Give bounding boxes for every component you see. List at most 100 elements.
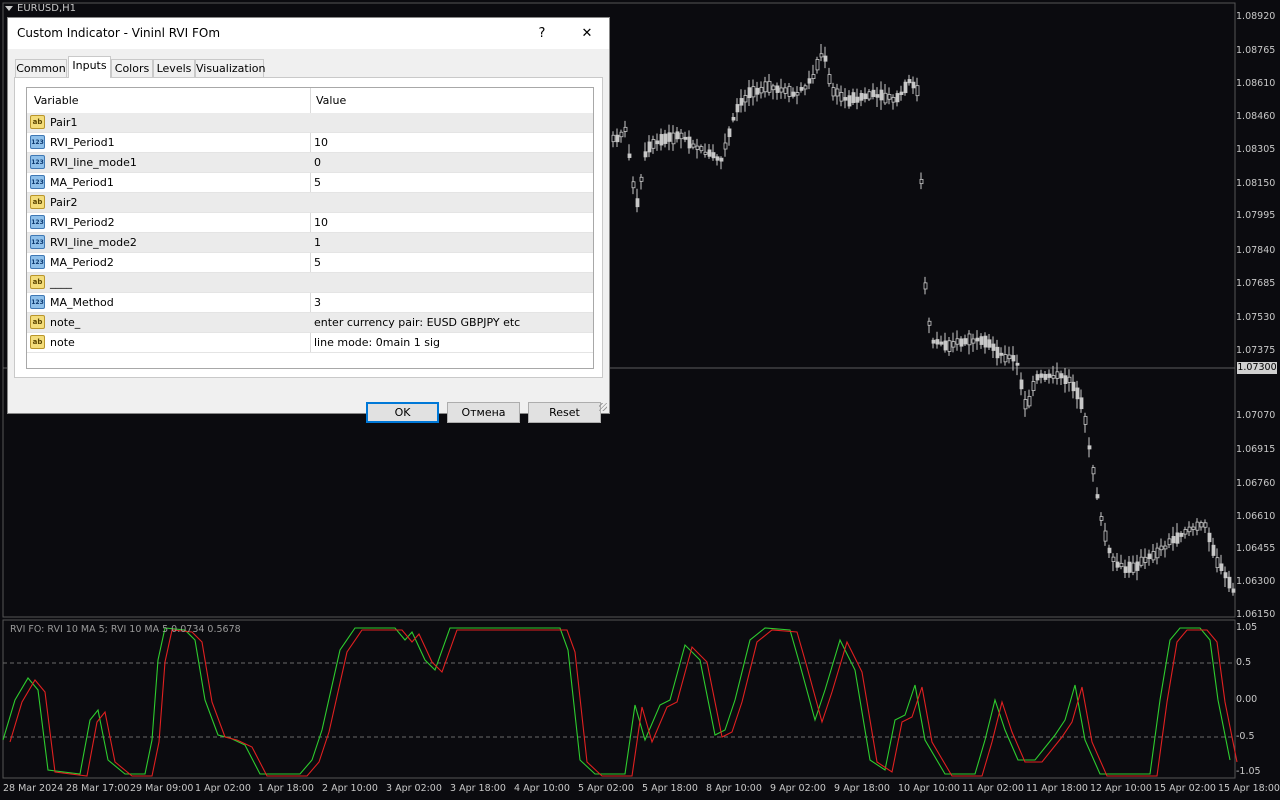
candle-body [1155, 547, 1160, 559]
candle-body [1183, 529, 1188, 535]
indicator-axis-label: 1.05 [1236, 622, 1258, 633]
candle-body [1091, 467, 1096, 475]
time-axis-label: 15 Apr 18:00 [1218, 783, 1280, 794]
cancel-button[interactable]: Отмена [447, 402, 520, 423]
resize-grip-icon[interactable] [599, 403, 607, 411]
candle-body [795, 92, 800, 96]
input-row[interactable]: 123 RVI_line_mode1 0 [27, 153, 593, 173]
variable-value[interactable]: 1 [314, 236, 321, 249]
candle-body [1079, 397, 1084, 410]
time-axis-label: 11 Apr 18:00 [1026, 783, 1088, 794]
reset-button[interactable]: Reset [528, 402, 601, 423]
variable-value[interactable]: 10 [314, 136, 328, 149]
tab-common[interactable]: Common [15, 59, 67, 77]
inputs-grid: Variable Value ab Pair1 123 RVI_Period1 10 12… [26, 87, 594, 369]
candle-body [859, 93, 864, 101]
time-axis-label: 9 Apr 02:00 [770, 783, 826, 794]
input-row[interactable]: ab Pair2 [27, 193, 593, 213]
candle-body [647, 141, 652, 153]
candle-body [619, 131, 624, 138]
candle-body [663, 133, 668, 144]
candle-body [715, 156, 720, 161]
candle-body [1223, 572, 1228, 579]
candle-body [855, 96, 860, 103]
candle-body [1219, 563, 1224, 571]
help-button[interactable]: ? [519, 20, 565, 48]
dialog-title: Custom Indicator - Vininl RVI FOm [17, 26, 221, 40]
close-button[interactable]: ✕ [564, 20, 610, 48]
price-axis-label: 1.06455 [1236, 543, 1276, 554]
candle-body [1043, 374, 1048, 380]
candle-body [1191, 526, 1196, 530]
candle-body [639, 176, 644, 182]
candle-body [1095, 494, 1100, 499]
string-type-icon: ab [30, 115, 45, 129]
variable-value[interactable]: 5 [314, 176, 321, 189]
candle-body [659, 134, 664, 146]
candle-body [951, 341, 956, 348]
dialog-titlebar[interactable]: Custom Indicator - Vininl RVI FOm ? ✕ [8, 18, 609, 49]
candle-body [1215, 557, 1220, 569]
input-row[interactable]: ab ____ [27, 273, 593, 293]
ok-button[interactable]: OK [366, 402, 439, 423]
candle-body [999, 352, 1004, 356]
input-row[interactable]: ab note_ enter currency pair: EUSD GBPJPY … [27, 313, 593, 333]
tab-inputs[interactable]: Inputs [68, 56, 111, 78]
candle-body [1007, 354, 1012, 360]
tab-levels[interactable]: Levels [153, 59, 195, 77]
candle-body [787, 85, 792, 97]
candle-body [703, 151, 708, 155]
candle-body [671, 132, 676, 145]
candle-body [719, 157, 724, 162]
variable-name: Pair1 [50, 116, 78, 129]
variable-value[interactable]: 3 [314, 296, 321, 309]
input-row[interactable]: ab Pair1 [27, 113, 593, 133]
candle-body [623, 126, 628, 132]
variable-value[interactable]: line mode: 0main 1 sig [314, 336, 440, 349]
input-row[interactable]: ab note line mode: 0main 1 sig [27, 333, 593, 353]
time-axis-label: 11 Apr 02:00 [962, 783, 1024, 794]
candle-body [707, 149, 712, 157]
candle-body [939, 341, 944, 345]
candle-body [803, 85, 808, 90]
tab-visualization[interactable]: Visualization [195, 59, 265, 77]
input-row[interactable]: 123 RVI_Period2 10 [27, 213, 593, 233]
candle-body [903, 81, 908, 94]
tab-colors[interactable]: Colors [111, 59, 153, 77]
current-price-tag: 1.07300 [1237, 362, 1277, 374]
input-row[interactable]: 123 MA_Method 3 [27, 293, 593, 313]
price-axis-label: 1.07375 [1236, 345, 1276, 356]
candle-body [943, 340, 948, 351]
price-axis-label: 1.08305 [1236, 144, 1276, 155]
input-row[interactable]: 123 MA_Period2 5 [27, 253, 593, 273]
candle-body [971, 338, 976, 344]
price-axis-label: 1.06610 [1236, 511, 1276, 522]
candle-body [1027, 395, 1032, 407]
candle-body [823, 55, 828, 62]
candle-body [1227, 576, 1232, 589]
candle-body [1135, 561, 1140, 571]
col-header-value[interactable]: Value [316, 94, 346, 107]
variable-value[interactable]: enter currency pair: EUSD GBPJPY etc [314, 316, 520, 329]
price-axis-label: 1.08765 [1236, 45, 1276, 56]
candle-body [1231, 588, 1236, 593]
number-type-icon: 123 [30, 255, 45, 269]
candle-body [1167, 538, 1172, 546]
candle-body [1119, 562, 1124, 568]
time-axis-label: 3 Apr 18:00 [450, 783, 506, 794]
variable-value[interactable]: 5 [314, 256, 321, 269]
candle-body [743, 95, 748, 103]
input-row[interactable]: 123 MA_Period1 5 [27, 173, 593, 193]
time-axis-label: 8 Apr 10:00 [706, 783, 762, 794]
indicator-label: RVI FO: RVI 10 MA 5; RVI 10 MA 5 0.0734 … [10, 624, 241, 635]
input-row[interactable]: 123 RVI_line_mode2 1 [27, 233, 593, 253]
candle-body [1211, 544, 1216, 556]
variable-value[interactable]: 10 [314, 216, 328, 229]
input-row[interactable]: 123 RVI_Period1 10 [27, 133, 593, 153]
candle-body [1143, 556, 1148, 563]
variable-value[interactable]: 0 [314, 156, 321, 169]
candle-body [767, 80, 772, 93]
col-header-variable[interactable]: Variable [34, 94, 79, 107]
candle-body [739, 98, 744, 106]
price-axis-label: 1.08150 [1236, 178, 1276, 189]
